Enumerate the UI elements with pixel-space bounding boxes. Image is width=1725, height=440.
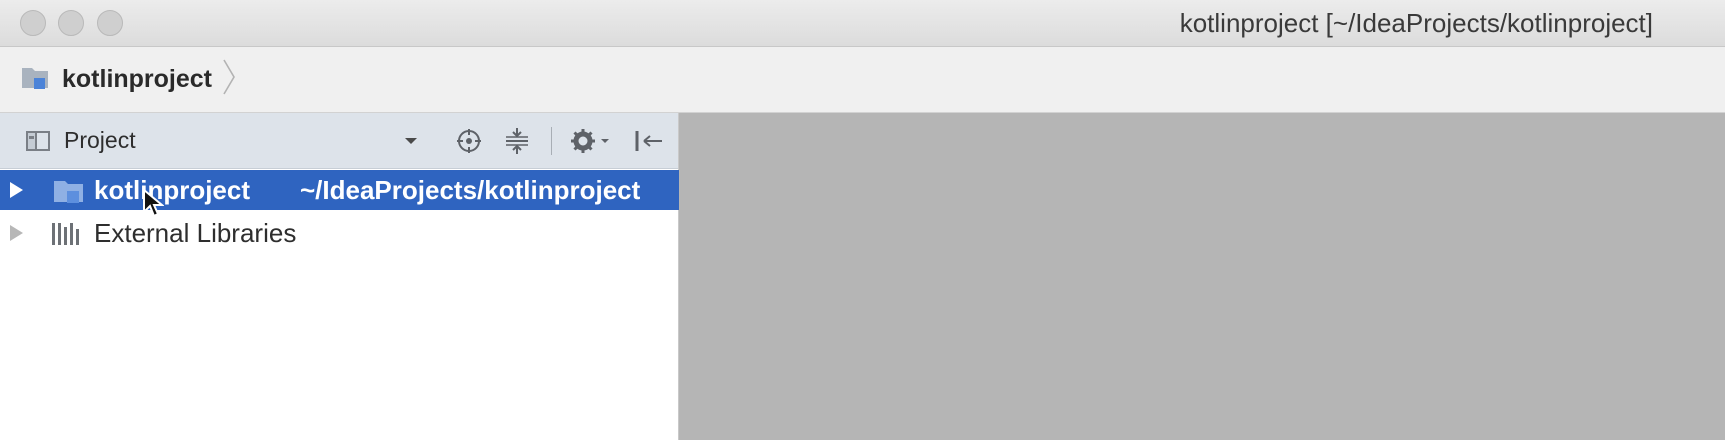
- tree-item-external-libraries[interactable]: External Libraries: [0, 213, 678, 253]
- libraries-icon: [50, 219, 84, 252]
- breadcrumb[interactable]: kotlinproject: [20, 47, 236, 112]
- expand-arrow-icon[interactable]: [10, 225, 23, 241]
- project-view-title[interactable]: Project: [64, 113, 136, 168]
- project-folder-icon: [52, 174, 86, 211]
- minimize-window-button[interactable]: [58, 10, 84, 36]
- locate-icon[interactable]: [452, 113, 486, 168]
- dropdown-icon[interactable]: [398, 113, 424, 168]
- expand-arrow-icon[interactable]: [10, 182, 23, 198]
- tree-item-kotlinproject[interactable]: kotlinproject ~/IdeaProjects/kotlinproje…: [0, 170, 688, 210]
- tree-item-path: ~/IdeaProjects/kotlinproject: [300, 174, 641, 205]
- project-panel-header: Project: [0, 113, 678, 169]
- close-window-button[interactable]: [20, 10, 46, 36]
- project-tool-window: Project kotlinproject ~/IdeaProjects/kot…: [0, 113, 688, 440]
- project-view-icon: [22, 113, 56, 168]
- navigation-bar: kotlinproject: [0, 47, 1725, 113]
- project-view-label: Project: [64, 127, 136, 153]
- tree-item-label: External Libraries: [94, 217, 297, 248]
- chevron-right-icon: [222, 58, 236, 101]
- zoom-window-button[interactable]: [97, 10, 123, 36]
- mouse-cursor-icon: [142, 187, 165, 225]
- title-bar: kotlinproject [~/IdeaProjects/kotlinproj…: [0, 0, 1725, 47]
- gear-icon[interactable]: [568, 113, 612, 168]
- editor-area[interactable]: [679, 113, 1725, 440]
- tree-item-label: kotlinproject: [94, 174, 251, 205]
- breadcrumb-project[interactable]: kotlinproject: [62, 65, 212, 94]
- window-title: kotlinproject [~/IdeaProjects/kotlinproj…: [1179, 8, 1653, 38]
- collapse-all-icon[interactable]: [500, 113, 534, 168]
- header-divider: [551, 127, 552, 155]
- project-folder-icon: [20, 62, 52, 97]
- hide-panel-icon[interactable]: [630, 113, 668, 168]
